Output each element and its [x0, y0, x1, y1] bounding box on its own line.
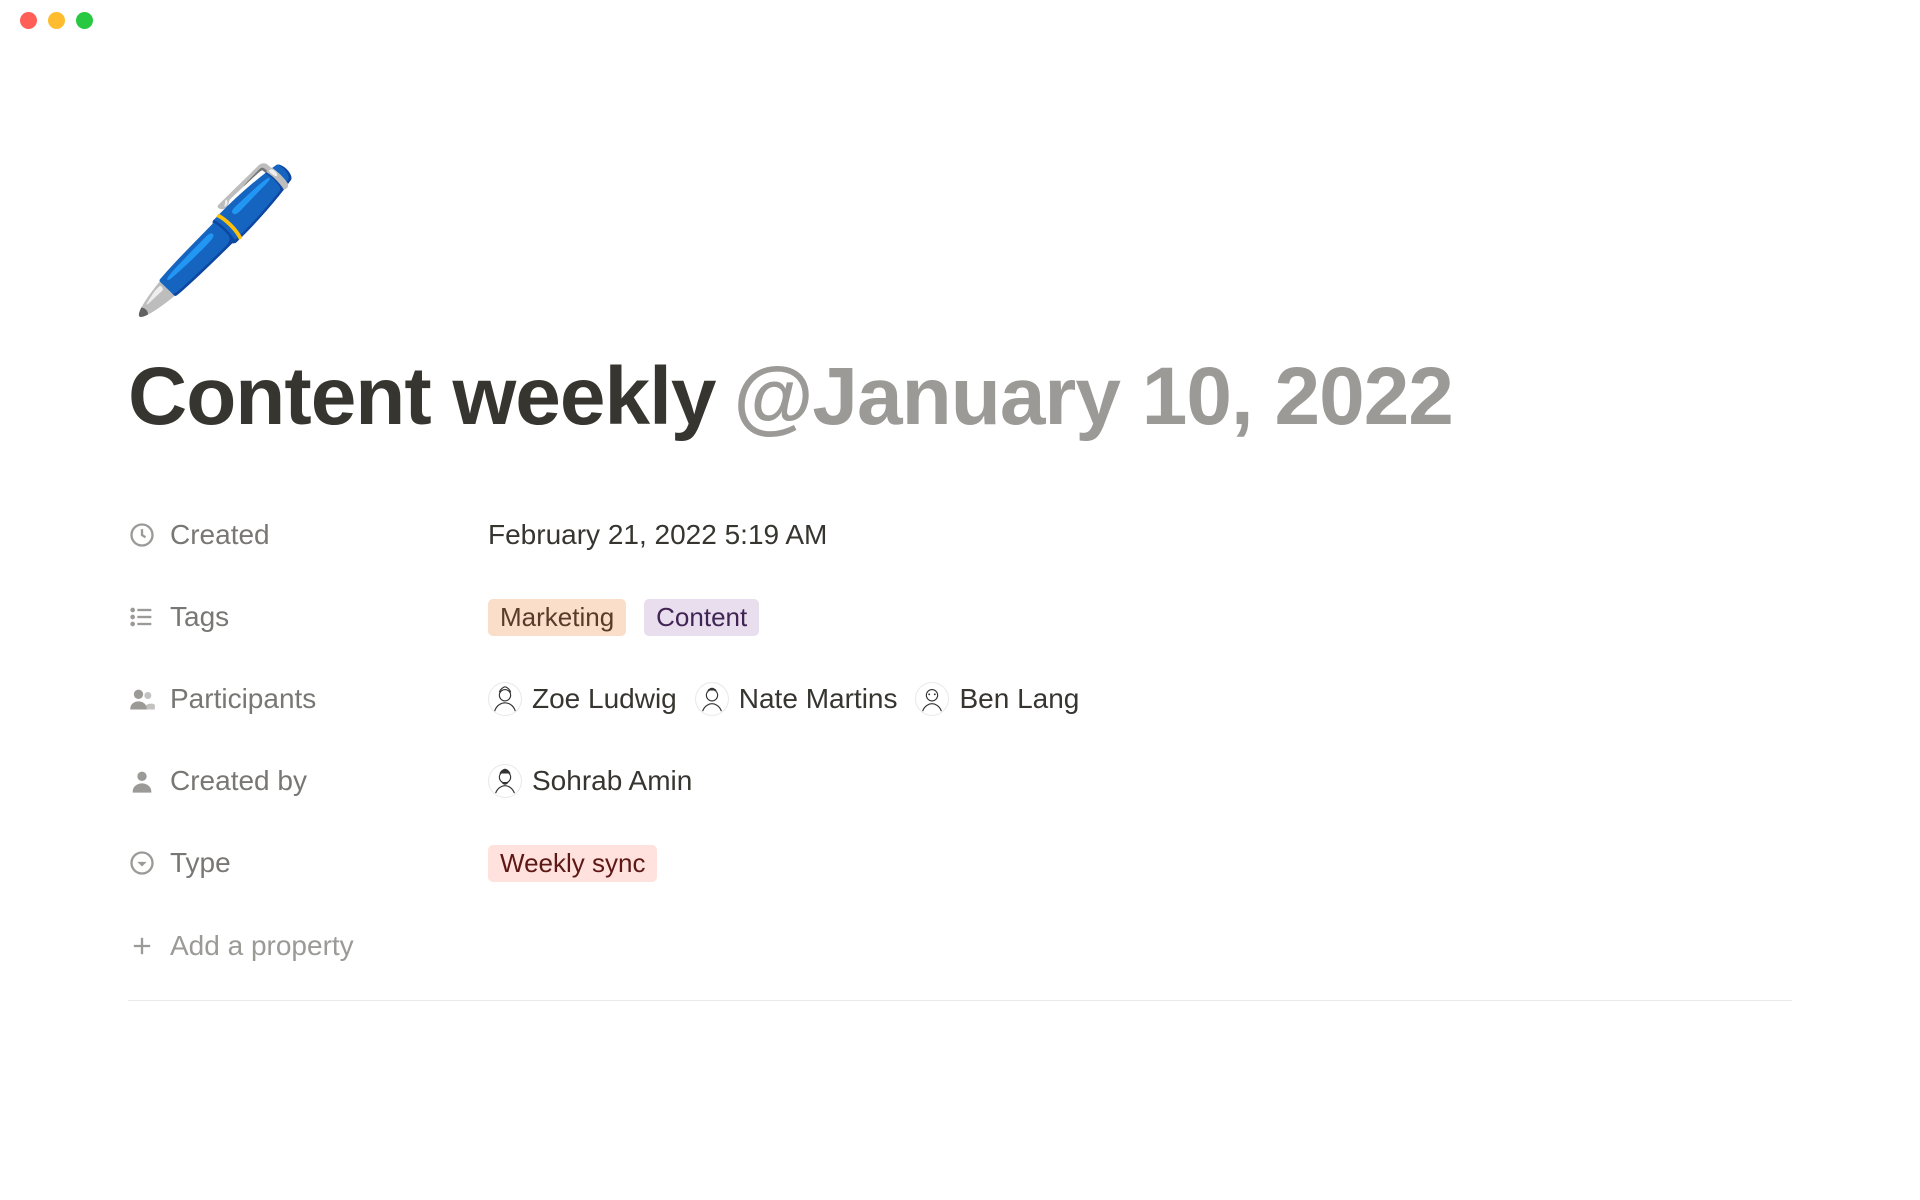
plus-icon [128, 932, 156, 960]
property-created-by: Created by Sohrab Amin [128, 740, 1792, 822]
minimize-window-button[interactable] [48, 12, 65, 29]
clock-icon [128, 521, 156, 549]
property-participants: Participants Zoe Ludwig Nate Martins [128, 658, 1792, 740]
window-titlebar [0, 0, 1920, 40]
page-content: 🖊️ Content weekly @January 10, 2022 Crea… [0, 40, 1920, 1001]
property-list: Created February 21, 2022 5:19 AM Tags [128, 494, 1792, 1001]
avatar [488, 764, 522, 798]
avatar [915, 682, 949, 716]
avatar [695, 682, 729, 716]
participant[interactable]: Ben Lang [915, 682, 1079, 716]
creator-name: Sohrab Amin [532, 765, 692, 797]
participant-name: Zoe Ludwig [532, 683, 677, 715]
property-value-tags[interactable]: Marketing Content [488, 599, 759, 636]
property-value-created[interactable]: February 21, 2022 5:19 AM [488, 519, 827, 551]
person-icon [128, 767, 156, 795]
participant[interactable]: Zoe Ludwig [488, 682, 677, 716]
property-label: Tags [170, 601, 229, 633]
select-icon [128, 849, 156, 877]
property-key-created[interactable]: Created [128, 519, 488, 551]
property-key-participants[interactable]: Participants [128, 683, 488, 715]
participant[interactable]: Nate Martins [695, 682, 898, 716]
avatar [488, 682, 522, 716]
people-icon [128, 685, 156, 713]
add-property-label: Add a property [170, 930, 354, 962]
page-title[interactable]: Content weekly @January 10, 2022 [128, 350, 1792, 444]
divider [128, 1000, 1792, 1001]
title-date-mention: @January 10, 2022 [733, 350, 1452, 444]
list-icon [128, 603, 156, 631]
property-key-type[interactable]: Type [128, 847, 488, 879]
property-type: Type Weekly sync [128, 822, 1792, 904]
tag-marketing[interactable]: Marketing [488, 599, 626, 636]
title-text: Content weekly [128, 350, 715, 444]
property-key-tags[interactable]: Tags [128, 601, 488, 633]
property-tags: Tags Marketing Content [128, 576, 1792, 658]
fullscreen-window-button[interactable] [76, 12, 93, 29]
participant-name: Ben Lang [959, 683, 1079, 715]
property-label: Type [170, 847, 231, 879]
close-window-button[interactable] [20, 12, 37, 29]
participant-name: Nate Martins [739, 683, 898, 715]
add-property-button[interactable]: Add a property [128, 910, 1792, 982]
property-created: Created February 21, 2022 5:19 AM [128, 494, 1792, 576]
property-value-participants[interactable]: Zoe Ludwig Nate Martins Ben Lang [488, 682, 1079, 716]
property-label: Participants [170, 683, 316, 715]
app-window: 🖊️ Content weekly @January 10, 2022 Crea… [0, 0, 1920, 1200]
property-label: Created by [170, 765, 307, 797]
property-label: Created [170, 519, 270, 551]
tag-content[interactable]: Content [644, 599, 759, 636]
page-icon[interactable]: 🖊️ [128, 170, 302, 310]
type-tag[interactable]: Weekly sync [488, 845, 657, 882]
property-value-type[interactable]: Weekly sync [488, 845, 657, 882]
property-key-created-by[interactable]: Created by [128, 765, 488, 797]
creator[interactable]: Sohrab Amin [488, 764, 692, 798]
created-timestamp: February 21, 2022 5:19 AM [488, 519, 827, 551]
property-value-created-by[interactable]: Sohrab Amin [488, 764, 692, 798]
